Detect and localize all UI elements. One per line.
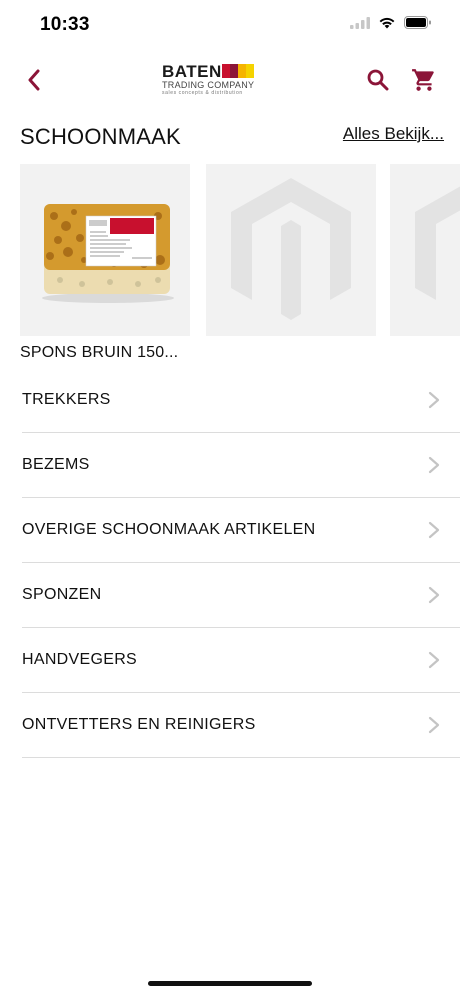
category-item-bezems[interactable]: BEZEMS	[22, 433, 460, 498]
logo-subtitle: TRADING COMPANY	[162, 80, 255, 90]
chevron-right-icon	[428, 716, 440, 734]
nav-bar: BATEN TRADING COMPANY sales concepts & d…	[0, 50, 460, 110]
cart-icon	[412, 69, 434, 91]
category-item-ontvetters-en-reinigers[interactable]: ONTVETTERS EN REINIGERS	[22, 693, 460, 758]
product-name: SPONS BRUIN 150...	[20, 344, 179, 361]
chevron-left-icon	[28, 69, 40, 91]
category-item-overige-schoonmaak-artikelen[interactable]: OVERIGE SCHOONMAAK ARTIKELEN	[22, 498, 460, 563]
cart-button[interactable]	[408, 64, 440, 96]
placeholder-logo-icon	[206, 164, 376, 336]
category-item-trekkers[interactable]: TREKKERS	[22, 368, 460, 433]
sponge-image	[20, 164, 190, 336]
product-card[interactable]	[206, 164, 376, 336]
placeholder-logo-icon	[390, 164, 460, 336]
category-label: ONTVETTERS EN REINIGERS	[22, 716, 256, 733]
category-item-sponzen[interactable]: SPONZEN	[22, 563, 460, 628]
status-icons	[350, 16, 432, 29]
wifi-icon	[379, 17, 395, 29]
category-label: HANDVEGERS	[22, 651, 138, 668]
chevron-right-icon	[428, 456, 440, 474]
product-image	[206, 164, 376, 336]
section-title: SCHOONMAAK	[20, 124, 181, 149]
chevron-right-icon	[428, 651, 440, 669]
category-list: TREKKERS BEZEMS OVERIGE SCHOONMAAK ARTIK…	[22, 368, 460, 758]
category-label: SPONZEN	[22, 586, 102, 603]
category-label: TREKKERS	[22, 391, 111, 408]
logo-tagline: sales concepts & distribution	[162, 90, 243, 96]
brand-logo: BATEN TRADING COMPANY sales concepts & d…	[160, 62, 255, 98]
product-carousel[interactable]: SPONS BRUIN 150...	[20, 164, 460, 364]
status-bar: 10:33	[0, 0, 460, 50]
chevron-right-icon	[428, 521, 440, 539]
logo-word: BATEN	[162, 62, 222, 81]
see-all-link[interactable]: Alles Bekijk...	[343, 124, 444, 144]
logo-blocks	[222, 64, 254, 78]
chevron-right-icon	[428, 391, 440, 409]
battery-icon	[404, 16, 431, 29]
category-label: BEZEMS	[22, 456, 90, 473]
chevron-right-icon	[428, 586, 440, 604]
product-card[interactable]	[390, 164, 460, 336]
product-image	[390, 164, 460, 336]
search-button[interactable]	[362, 64, 394, 96]
home-indicator	[148, 981, 312, 986]
search-icon	[367, 69, 389, 91]
category-label: OVERIGE SCHOONMAAK ARTIKELEN	[22, 521, 316, 538]
signal-icon	[350, 16, 370, 29]
category-item-handvegers[interactable]: HANDVEGERS	[22, 628, 460, 693]
back-button[interactable]	[18, 64, 50, 96]
product-card[interactable]: SPONS BRUIN 150...	[20, 164, 190, 361]
product-image	[20, 164, 190, 336]
status-time: 10:33	[40, 14, 90, 35]
